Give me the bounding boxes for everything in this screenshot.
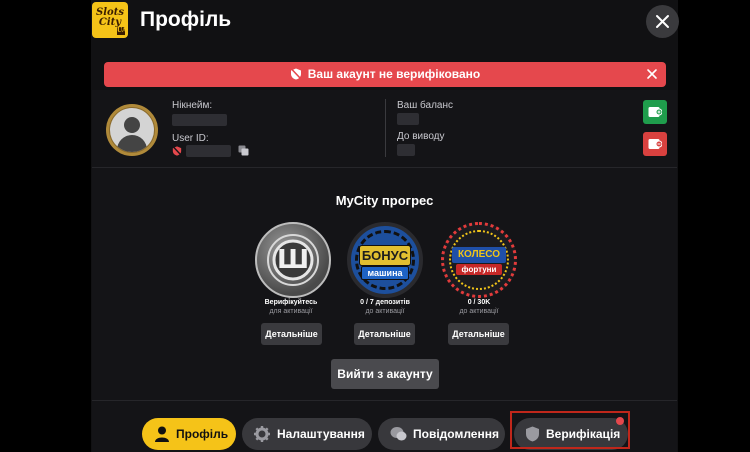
withdraw-label: До виводу xyxy=(397,131,445,142)
bonus-machine-achievement-badge: БОНУС машина xyxy=(347,222,423,298)
logo-badge: UA xyxy=(117,27,127,35)
wheel-of-fortune-achievement-badge: КОЛЕСО фортуни xyxy=(441,222,517,298)
close-icon xyxy=(656,15,669,28)
withdraw-button[interactable] xyxy=(643,132,667,156)
balance-label: Ваш баланс xyxy=(397,100,454,111)
tabs-divider xyxy=(92,400,677,401)
user-id-value-hidden xyxy=(186,145,231,157)
slots-city-logo: Slots City UA xyxy=(92,2,128,38)
tab-profile[interactable]: Профіль xyxy=(142,418,236,450)
verification-achievement-badge: Ш xyxy=(255,222,331,298)
info-divider xyxy=(385,99,386,157)
page-title: Профіль xyxy=(140,8,232,31)
deposit-button[interactable] xyxy=(643,100,667,124)
alert-message: Ваш акаунт не верифіковано xyxy=(307,67,481,81)
achievement-status: 0 / 30K xyxy=(467,299,491,306)
achievement-status: Верифікуйтесь xyxy=(264,299,318,306)
nickname-label: Нікнейм: xyxy=(172,100,213,111)
progress-title: MyCity прогрес xyxy=(335,193,434,208)
achievement-status: 0 / 7 депозитів xyxy=(360,299,410,306)
verification-tab-highlight xyxy=(510,411,630,449)
withdraw-value-hidden xyxy=(397,144,415,156)
tab-notifications[interactable]: Повідомлення xyxy=(378,418,505,450)
copy-icon[interactable] xyxy=(238,145,249,156)
shield-off-icon xyxy=(172,146,182,156)
chat-icon xyxy=(390,427,407,441)
details-button[interactable]: Детальніше xyxy=(448,323,509,345)
achievement-substatus: для активації xyxy=(269,308,313,315)
verification-alert: Ваш акаунт не верифіковано xyxy=(104,62,666,87)
logout-button[interactable]: Вийти з акаунту xyxy=(331,359,439,389)
close-button[interactable] xyxy=(646,5,679,38)
balance-value-hidden xyxy=(397,113,419,125)
section-divider xyxy=(92,167,677,168)
shield-off-icon xyxy=(290,68,301,80)
tab-settings[interactable]: Налаштування xyxy=(242,418,372,450)
avatar[interactable] xyxy=(106,104,158,156)
user-icon xyxy=(155,426,169,442)
achievement-substatus: до активації xyxy=(365,308,405,315)
nickname-value-hidden xyxy=(172,114,227,126)
gear-icon xyxy=(254,426,270,442)
user-id-label: User ID: xyxy=(172,133,209,144)
alert-close-icon[interactable] xyxy=(646,68,658,80)
achievement-substatus: до активації xyxy=(459,308,499,315)
wallet-minus-icon xyxy=(648,139,662,149)
details-button[interactable]: Детальніше xyxy=(261,323,322,345)
details-button[interactable]: Детальніше xyxy=(354,323,415,345)
wallet-plus-icon xyxy=(648,107,662,117)
